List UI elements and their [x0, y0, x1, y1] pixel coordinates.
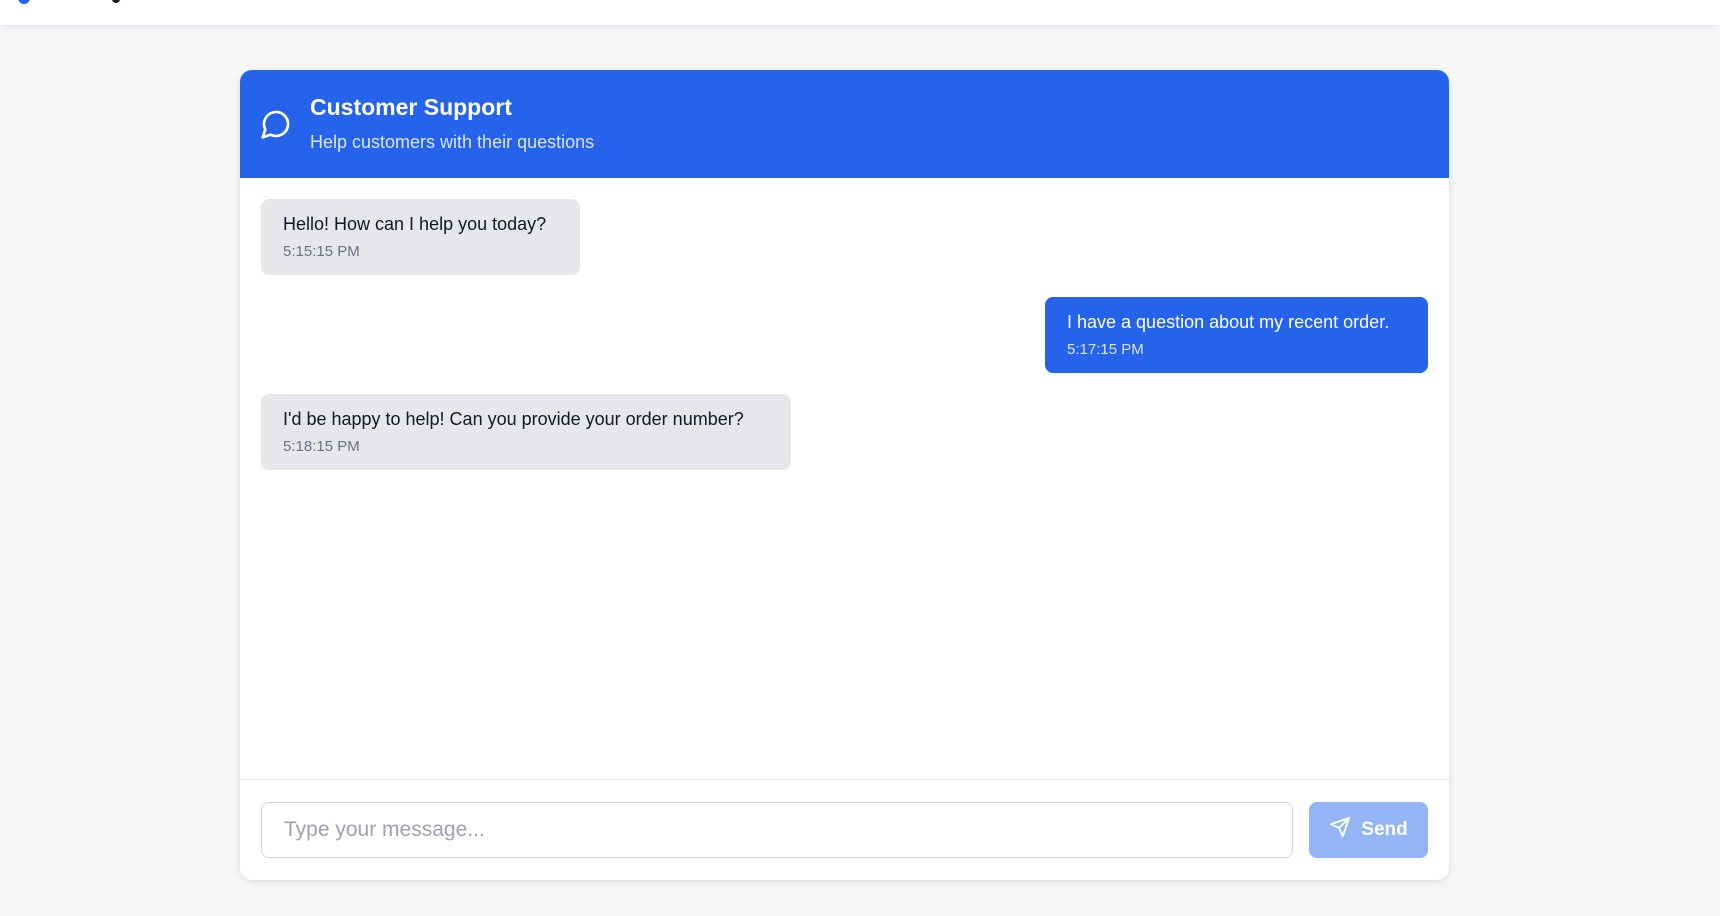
message-text: I have a question about my recent order. [1067, 312, 1390, 332]
message-bubble-outgoing: I have a question about my recent order.… [1045, 297, 1428, 373]
message-list[interactable]: Hello! How can I help you today? 5:15:15… [240, 178, 1449, 849]
send-button[interactable]: Send [1309, 802, 1428, 858]
message-bubble-incoming: Hello! How can I help you today? 5:15:15… [261, 199, 580, 275]
chat-title: Customer Support [310, 94, 512, 120]
message-timestamp: 5:15:15 PM [283, 243, 360, 260]
logo-text-fragment [112, 0, 120, 3]
chat-header: Customer Support Help customers with the… [240, 70, 1449, 178]
chat-bubble-icon [260, 108, 292, 140]
message-bubble-incoming: I'd be happy to help! Can you provide yo… [261, 394, 791, 470]
send-icon [1329, 816, 1351, 844]
message-timestamp: 5:18:15 PM [283, 438, 360, 455]
chat-card: Customer Support Help customers with the… [240, 70, 1449, 880]
top-navbar [0, 0, 1720, 25]
logo-icon [18, 0, 30, 4]
message-composer: Send [240, 779, 1449, 880]
message-text: Hello! How can I help you today? [283, 214, 547, 234]
send-button-label: Send [1361, 819, 1408, 840]
message-timestamp: 5:17:15 PM [1067, 341, 1144, 358]
message-text: I'd be happy to help! Can you provide yo… [283, 409, 744, 429]
chat-subtitle: Help customers with their questions [310, 132, 595, 152]
message-input[interactable] [261, 802, 1293, 858]
